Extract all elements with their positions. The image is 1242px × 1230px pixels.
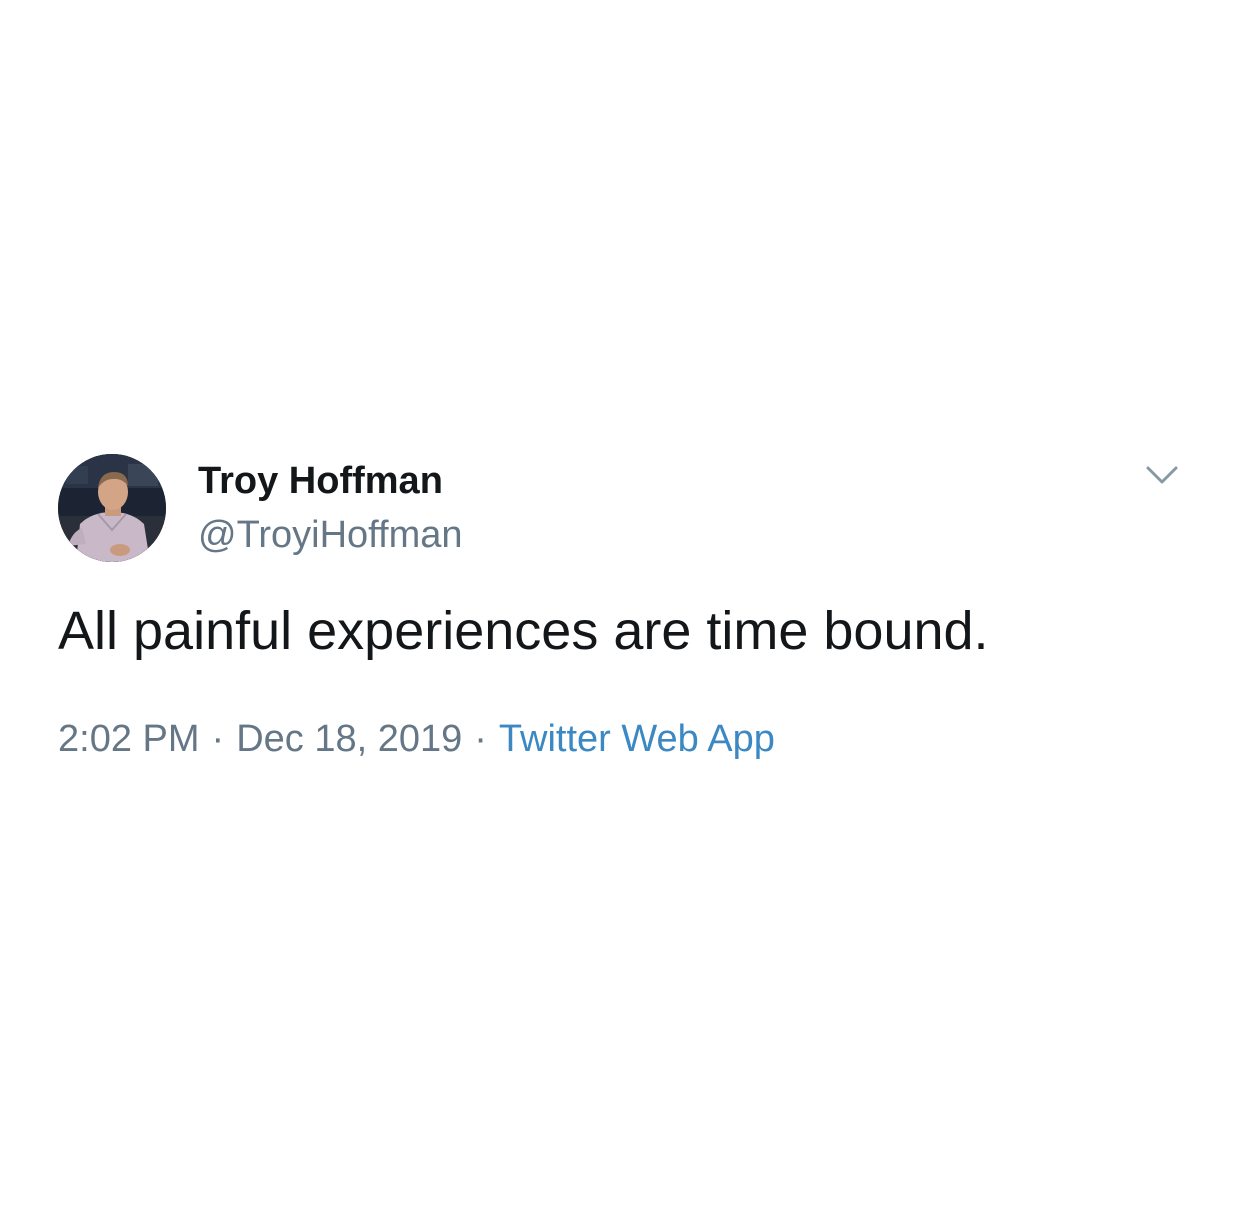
tweet-card: Troy Hoffman @TroyiHoffman All painful e… — [0, 0, 1242, 1230]
tweet-date[interactable]: Dec 18, 2019 — [236, 718, 462, 760]
tweet-time[interactable]: 2:02 PM — [58, 718, 200, 760]
author-display-name[interactable]: Troy Hoffman — [198, 458, 443, 504]
tweet-meta: 2:02 PM · Dec 18, 2019 · Twitter Web App — [58, 714, 775, 764]
meta-separator: · — [211, 718, 225, 760]
avatar[interactable] — [58, 454, 166, 562]
meta-separator: · — [474, 718, 487, 760]
tweet-menu-button[interactable] — [1142, 458, 1182, 494]
profile-photo-icon — [58, 454, 166, 562]
tweet-source-link[interactable]: Twitter Web App — [499, 718, 775, 760]
tweet-text: All painful experiences are time bound. — [58, 601, 989, 661]
author-handle[interactable]: @TroyiHoffman — [198, 512, 463, 558]
chevron-down-icon — [1146, 466, 1178, 484]
